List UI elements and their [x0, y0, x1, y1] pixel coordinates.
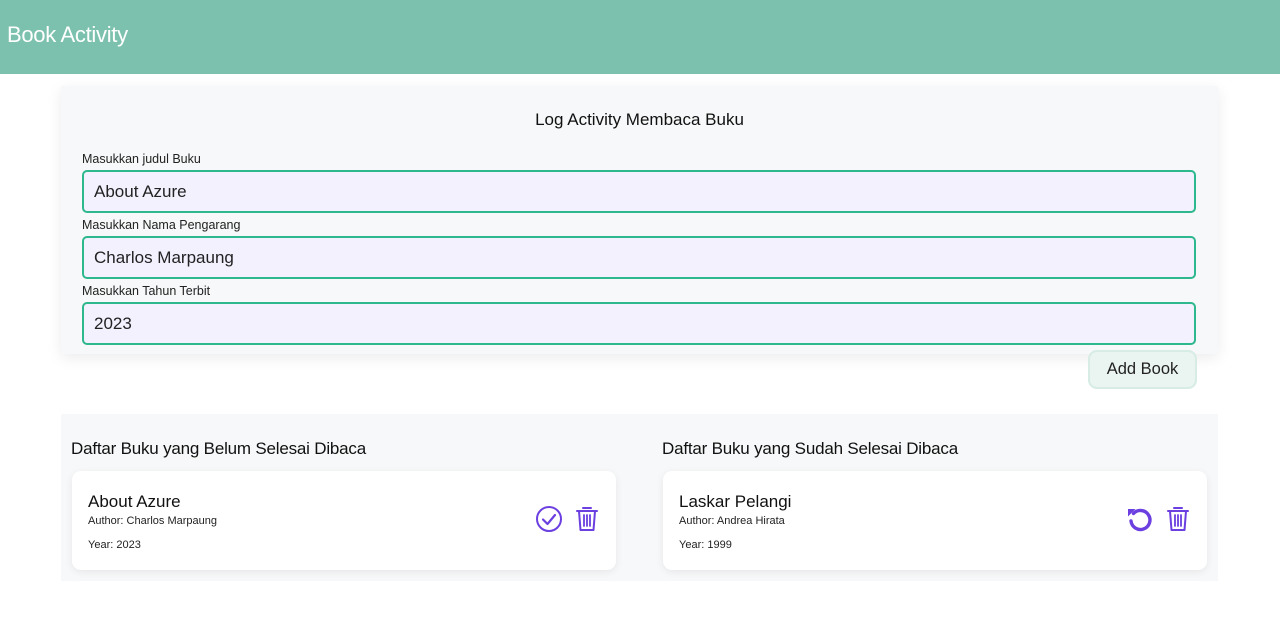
book-year: Year: 2023: [88, 539, 141, 551]
book-title: About Azure: [88, 492, 181, 511]
book-form: Log Activity Membaca Buku Masukkan judul…: [61, 86, 1218, 354]
year-field-label: Masukkan Tahun Terbit: [82, 284, 211, 298]
book-author: Author: Andrea Hirata: [679, 515, 785, 527]
book-title: Laskar Pelangi: [679, 492, 792, 511]
author-field-label: Masukkan Nama Pengarang: [82, 218, 241, 232]
title-input[interactable]: [82, 170, 1196, 213]
book-lists: Daftar Buku yang Belum Selesai Dibaca Da…: [61, 414, 1218, 581]
trash-icon[interactable]: [1163, 504, 1193, 534]
author-input[interactable]: [82, 236, 1196, 279]
finished-list-heading: Daftar Buku yang Sudah Selesai Dibaca: [662, 439, 958, 458]
trash-icon[interactable]: [572, 504, 602, 534]
year-input[interactable]: [82, 302, 1196, 345]
add-book-button[interactable]: Add Book: [1088, 350, 1197, 389]
undo-icon[interactable]: [1125, 504, 1155, 534]
check-circle-icon[interactable]: [534, 504, 564, 534]
app-title: Book Activity: [7, 22, 128, 47]
finished-book-item: Laskar Pelangi Author: Andrea Hirata Yea…: [663, 471, 1207, 570]
unfinished-list-heading: Daftar Buku yang Belum Selesai Dibaca: [71, 439, 366, 458]
unfinished-book-item: About Azure Author: Charlos Marpaung Yea…: [72, 471, 616, 570]
app-header: Book Activity: [0, 0, 1280, 74]
book-author: Author: Charlos Marpaung: [88, 515, 218, 527]
form-title: Log Activity Membaca Buku: [535, 110, 744, 129]
book-year: Year: 1999: [679, 539, 732, 551]
title-field-label: Masukkan judul Buku: [82, 152, 201, 166]
